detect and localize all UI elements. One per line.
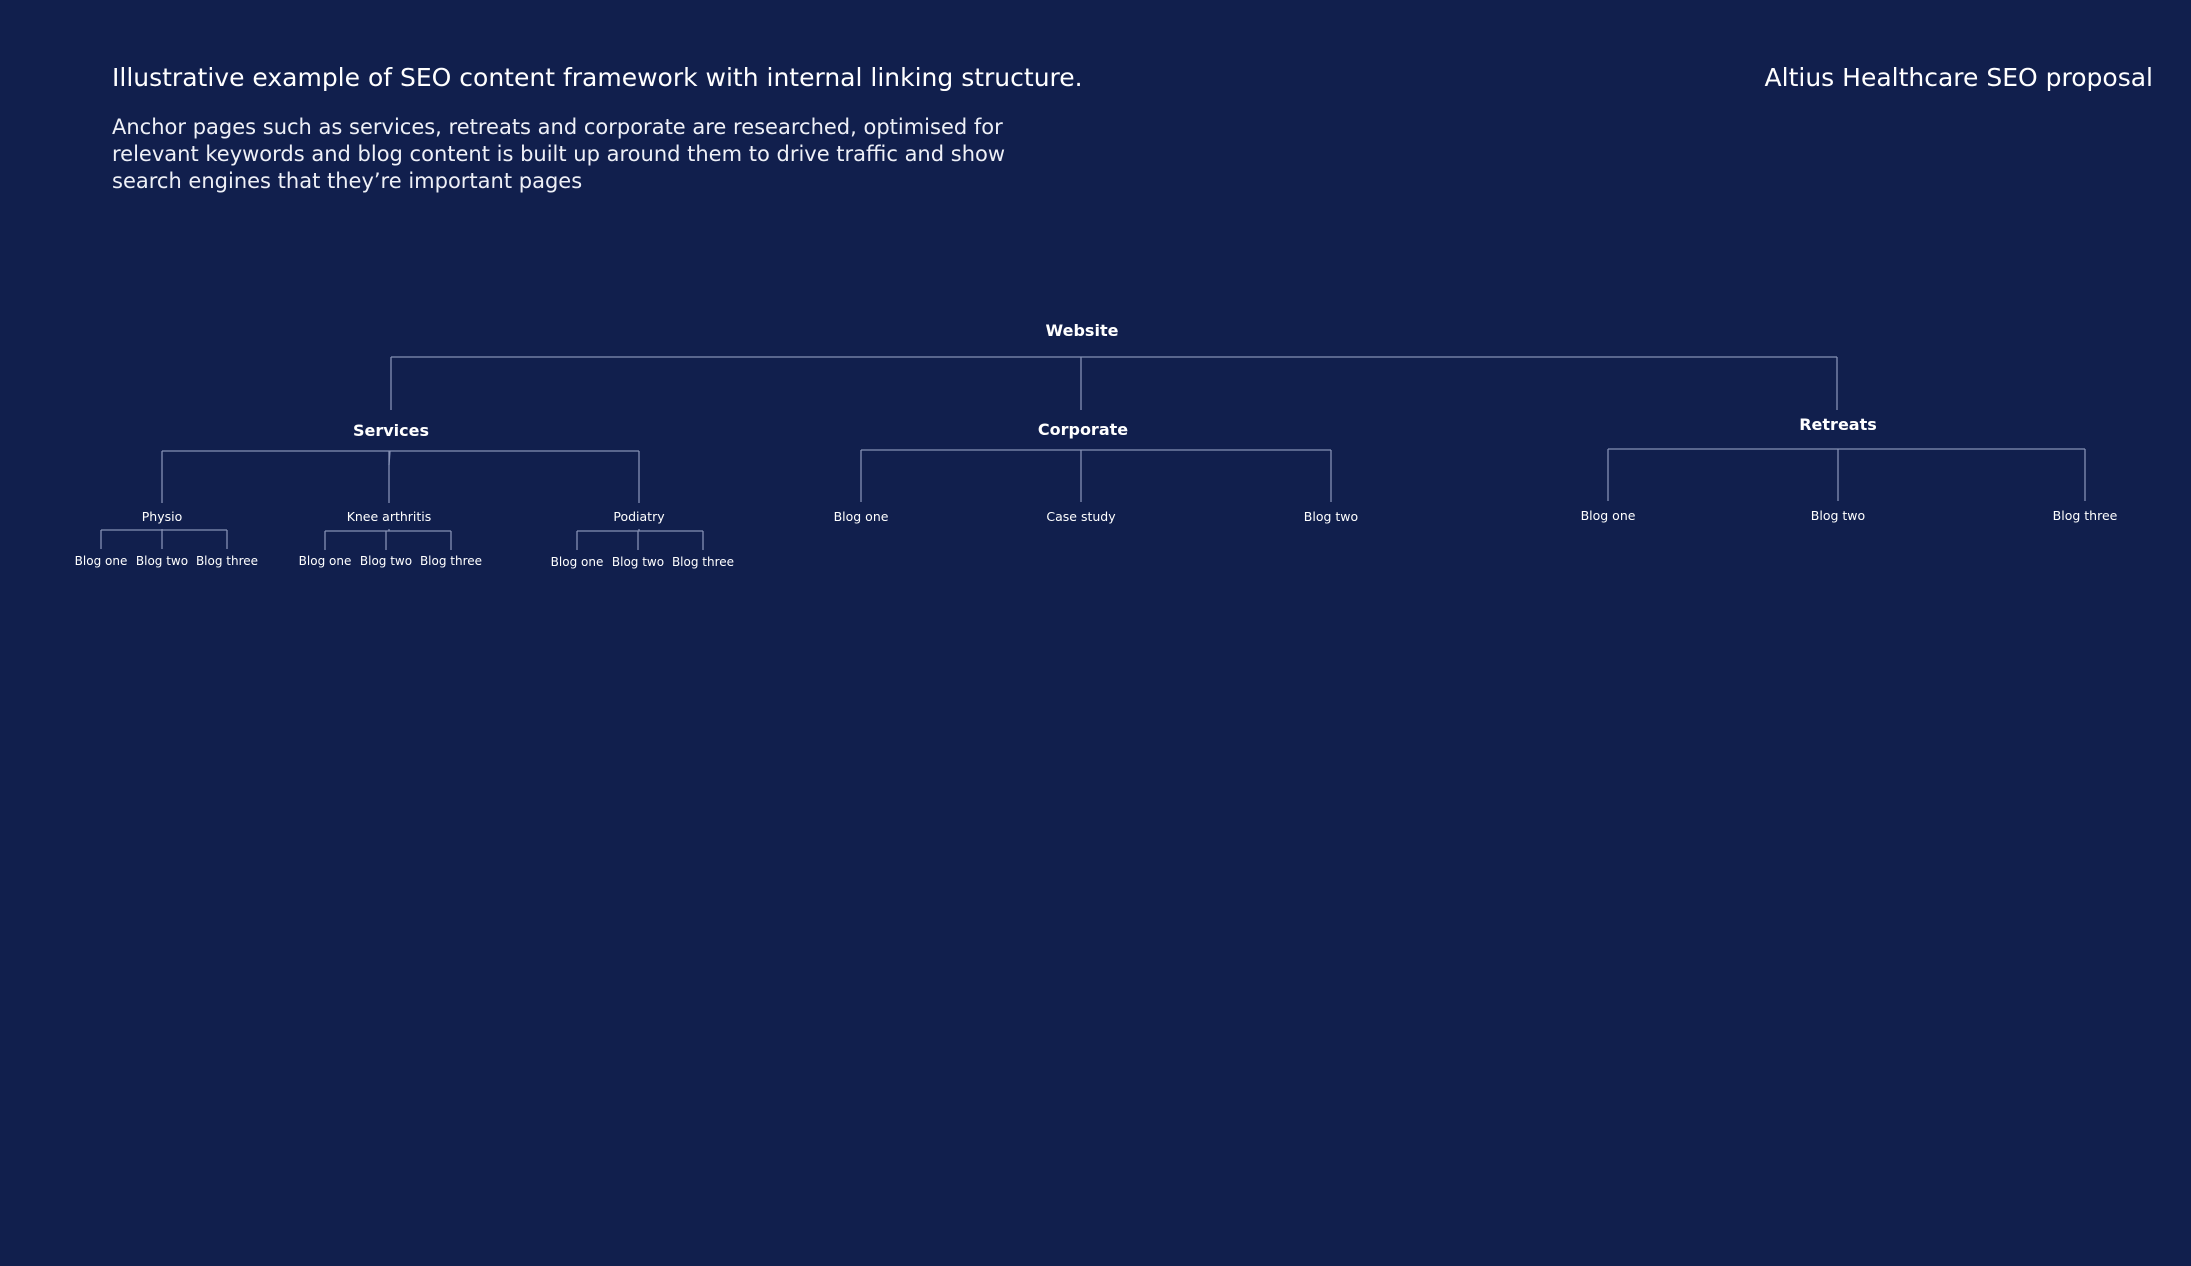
node-services-physio: Physio xyxy=(142,509,183,524)
node-knee-arthritis-blog-two: Blog two xyxy=(360,554,412,568)
node-knee-arthritis-blog-one: Blog one xyxy=(299,554,352,568)
node-physio-blog-one: Blog one xyxy=(75,554,128,568)
node-retreats-blog-one: Blog one xyxy=(1581,508,1636,523)
node-corporate-blog-two: Blog two xyxy=(1304,509,1358,524)
node-retreats-blog-two: Blog two xyxy=(1811,508,1865,523)
site-structure-diagram: Website Services Physio Blog one Blog two Blo… xyxy=(75,321,2118,569)
node-corporate: Corporate xyxy=(1038,420,1128,439)
node-services-podiatry: Podiatry xyxy=(613,509,665,524)
node-labels: Website Services Physio Blog one Blog two Blo… xyxy=(75,321,2118,569)
node-retreats: Retreats xyxy=(1799,415,1877,434)
node-physio-blog-two: Blog two xyxy=(136,554,188,568)
node-retreats-blog-three: Blog three xyxy=(2053,508,2118,523)
node-podiatry-blog-two: Blog two xyxy=(612,555,664,569)
node-podiatry-blog-one: Blog one xyxy=(551,555,604,569)
node-corporate-blog-one: Blog one xyxy=(834,509,889,524)
node-podiatry-blog-three: Blog three xyxy=(672,555,734,569)
node-corporate-case-study: Case study xyxy=(1046,509,1116,524)
node-services-knee-arthritis: Knee arthritis xyxy=(347,509,432,524)
node-physio-blog-three: Blog three xyxy=(196,554,258,568)
node-services: Services xyxy=(353,421,429,440)
node-website: Website xyxy=(1046,321,1119,340)
node-knee-arthritis-blog-three: Blog three xyxy=(420,554,482,568)
